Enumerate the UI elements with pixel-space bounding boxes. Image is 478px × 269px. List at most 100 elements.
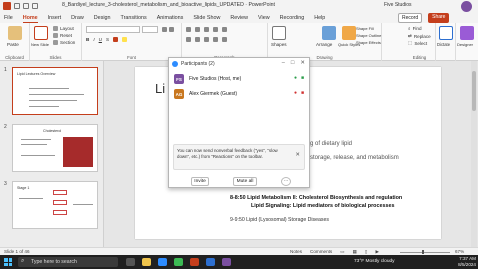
chrome-icon[interactable] <box>174 258 183 266</box>
slide-thumbnail-2[interactable]: Cholesterol <box>12 124 98 172</box>
windows-start-icon[interactable] <box>4 258 12 266</box>
system-clock[interactable]: 7:37 AM 8/5/2024 <box>446 256 476 267</box>
taskbar-search[interactable]: ⌕ Type here to search <box>18 257 118 267</box>
weather-widget[interactable]: 73°F Mostly cloudy <box>354 259 395 264</box>
slide-text[interactable]: storage, release, and metabolism <box>310 155 399 161</box>
arrange-icon[interactable] <box>322 26 336 40</box>
new-slide-button[interactable]: New Slide <box>31 42 49 47</box>
microphone-icon[interactable] <box>439 26 453 40</box>
tab-slide-show[interactable]: Slide Show <box>193 15 220 21</box>
powerpoint-taskbar-icon[interactable] <box>190 258 199 266</box>
shapes-button[interactable]: Shapes <box>271 42 287 47</box>
line-spacing-icon[interactable] <box>222 27 227 32</box>
tab-insert[interactable]: Insert <box>48 15 61 21</box>
invite-button[interactable]: Invite <box>191 177 209 186</box>
avatar[interactable] <box>461 1 472 12</box>
tab-file[interactable]: File <box>4 15 13 21</box>
columns-icon[interactable] <box>222 37 227 42</box>
more-options-button[interactable]: ··· <box>281 177 291 186</box>
zoom-slider[interactable] <box>400 250 450 254</box>
reset-button[interactable]: Reset <box>53 33 72 38</box>
shape-fill-button[interactable]: Shape Fill <box>356 26 374 31</box>
section-button[interactable]: Section <box>53 40 75 45</box>
title-bar: 8_Bardiyel_lecture_3-cholesterol_metabol… <box>0 0 478 12</box>
mute-all-button[interactable]: Mute all <box>233 177 257 186</box>
video-off-icon[interactable]: ■ <box>301 90 304 96</box>
paste-icon[interactable] <box>8 26 22 40</box>
quick-styles-icon[interactable] <box>342 26 356 40</box>
slide-text[interactable]: Lipid Signaling: Lipid mediators of biol… <box>251 203 394 209</box>
video-icon[interactable]: ■ <box>301 75 304 81</box>
slide-text[interactable]: 8-8:50 Lipid Metabolism II: Cholesterol … <box>230 195 402 201</box>
save-icon[interactable] <box>23 3 29 9</box>
align-center-icon[interactable] <box>195 37 200 42</box>
slide-text[interactable]: g of dietary lipid <box>310 141 352 147</box>
highlight-icon[interactable] <box>122 37 128 42</box>
slide-text[interactable]: 9-9:50 Lipid (Lysosomal) Storage Disease… <box>230 217 329 223</box>
select-button[interactable]: ⬚ Select <box>408 40 427 46</box>
grow-font-button[interactable] <box>162 27 174 32</box>
tab-animations[interactable]: Animations <box>157 15 184 21</box>
align-left-icon[interactable] <box>186 37 191 42</box>
font-size-select[interactable] <box>142 26 158 33</box>
tab-recording[interactable]: Recording <box>280 15 305 21</box>
slide-thumbnail-1[interactable]: Lipid Lectures Overview <box>12 67 98 115</box>
participant-row[interactable]: FS Five Studios (Host, me) ● ■ <box>174 73 306 85</box>
undo-icon[interactable] <box>32 3 38 9</box>
zoom-level[interactable]: 67% <box>455 249 464 254</box>
bold-icon[interactable]: B <box>86 37 89 42</box>
decrease-indent-icon[interactable] <box>204 27 209 32</box>
replace-button[interactable]: ⇄ Replace <box>408 33 431 39</box>
shape-outline-button[interactable]: Shape Outline <box>356 33 381 38</box>
shapes-gallery-icon[interactable] <box>272 26 286 40</box>
slide-title[interactable]: Li <box>155 81 165 96</box>
designer-button[interactable]: Designer <box>457 42 473 47</box>
new-slide-icon[interactable] <box>34 26 48 40</box>
task-view-icon[interactable] <box>126 258 135 266</box>
edge-icon[interactable] <box>158 258 167 266</box>
zoom-slider-knob[interactable] <box>422 250 424 254</box>
tab-help[interactable]: Help <box>314 15 325 21</box>
layout-button[interactable]: Layout <box>53 26 74 31</box>
bullets-icon[interactable] <box>186 27 191 32</box>
designer-icon[interactable] <box>460 26 474 40</box>
layout-icon <box>53 26 58 31</box>
zoom-taskbar-icon[interactable] <box>206 258 215 266</box>
slide-thumbnail-3[interactable]: Stage 1 <box>12 181 98 229</box>
close-icon[interactable]: ✕ <box>300 60 305 66</box>
scroll-thumb[interactable] <box>472 71 476 111</box>
autosave-icon[interactable] <box>14 3 20 9</box>
tab-transitions[interactable]: Transitions <box>121 15 147 21</box>
file-explorer-icon[interactable] <box>142 258 151 266</box>
vertical-scrollbar[interactable] <box>471 61 477 247</box>
font-family-select[interactable] <box>86 26 140 33</box>
tab-home[interactable]: Home <box>22 15 38 23</box>
app-taskbar-icon[interactable] <box>222 258 231 266</box>
microphone-icon[interactable]: ● <box>294 75 297 81</box>
strikethrough-icon[interactable]: S <box>106 37 109 42</box>
minimize-icon[interactable]: – <box>282 60 285 66</box>
account-name[interactable]: Five Studios <box>384 2 412 8</box>
arrange-button[interactable]: Arrange <box>316 42 332 47</box>
tab-review[interactable]: Review <box>230 15 248 21</box>
close-icon[interactable]: ✕ <box>295 152 300 158</box>
dictate-button[interactable]: Dictate <box>437 42 450 47</box>
underline-icon[interactable]: U <box>99 37 102 42</box>
tab-view[interactable]: View <box>258 15 270 21</box>
align-right-icon[interactable] <box>204 37 209 42</box>
tab-design[interactable]: Design <box>94 15 111 21</box>
find-button[interactable]: ⌕ Find <box>408 26 422 31</box>
microphone-muted-icon[interactable]: ● <box>294 90 297 96</box>
italic-icon[interactable]: I <box>93 37 94 42</box>
numbering-icon[interactable] <box>195 27 200 32</box>
maximize-icon[interactable]: □ <box>291 60 294 66</box>
participant-row[interactable]: AG Alex Giermek (Guest) ● ■ <box>174 88 306 100</box>
tab-draw[interactable]: Draw <box>71 15 84 21</box>
shape-effects-button[interactable]: Shape Effects <box>356 40 381 45</box>
font-color-icon[interactable] <box>113 37 119 42</box>
record-button[interactable]: Record <box>398 13 423 23</box>
justify-icon[interactable] <box>213 37 218 42</box>
increase-indent-icon[interactable] <box>213 27 218 32</box>
share-button[interactable]: Share <box>428 13 450 23</box>
paste-button[interactable]: Paste <box>7 42 19 47</box>
